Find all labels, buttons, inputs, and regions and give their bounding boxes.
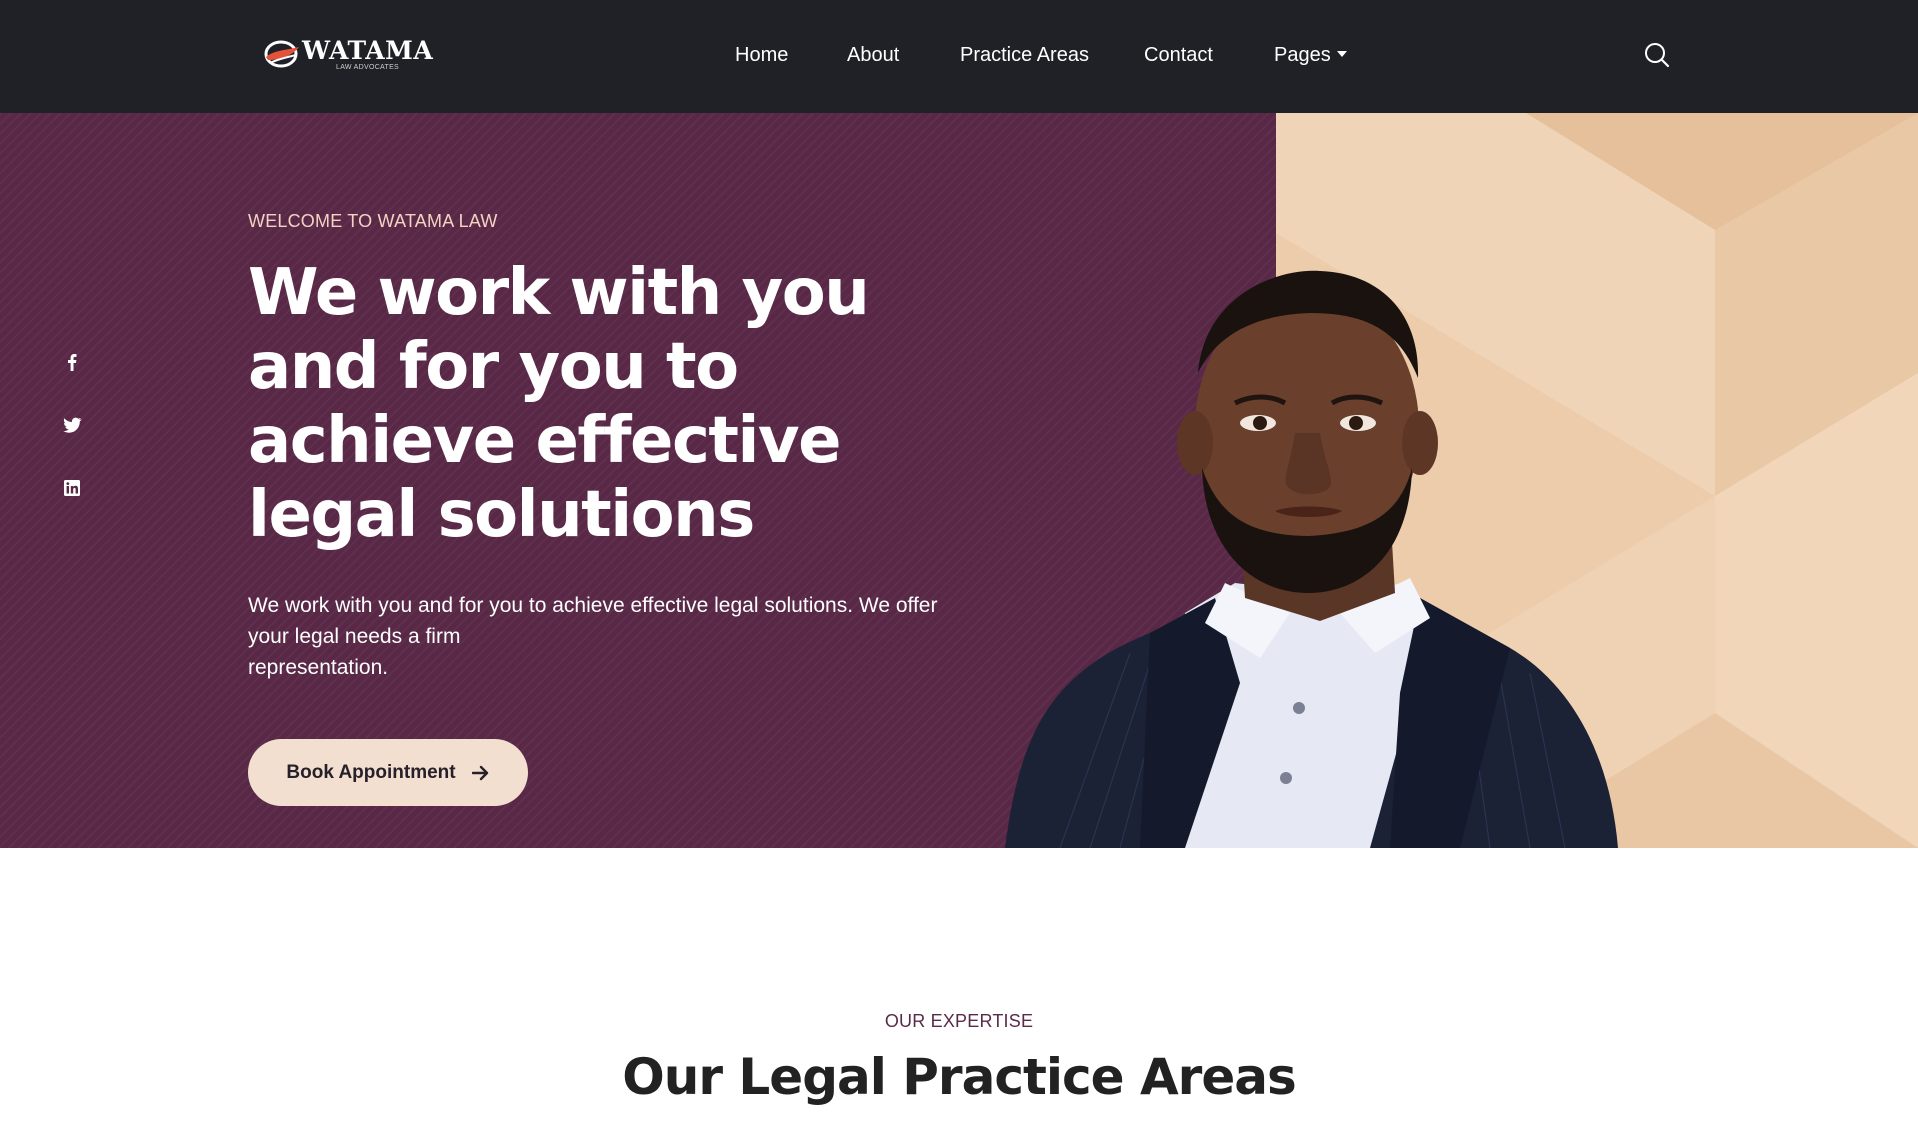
hero-description-line: representation.	[248, 656, 389, 679]
nav-item-contact[interactable]: Contact	[1144, 44, 1213, 67]
twitter-link[interactable]	[61, 414, 83, 436]
hero-title-line: legal solutions	[248, 478, 755, 552]
brand-logo[interactable]: WATAMA LAW ADVOCATES	[262, 34, 434, 74]
nav-item-about[interactable]: About	[847, 44, 899, 67]
nav-item-pages-label: Pages	[1274, 44, 1331, 66]
logo-mark-icon	[264, 40, 299, 68]
hero-title-line: achieve effective	[248, 404, 842, 478]
hero-section: WELCOME TO WATAMA LAW We work with you a…	[0, 113, 1918, 848]
hero-description: We work with you and for you to achieve …	[248, 590, 978, 683]
search-button[interactable]	[1643, 41, 1671, 69]
hero-title-line: and for you to	[248, 330, 739, 404]
hero-description-line: We work with you and for you to achieve …	[248, 594, 938, 617]
hero-title-line: We work with you	[248, 256, 870, 330]
caret-down-icon	[1336, 50, 1347, 57]
expertise-eyebrow: OUR EXPERTISE	[884, 1011, 1034, 1031]
twitter-icon	[63, 417, 82, 433]
book-appointment-label: Book Appointment	[286, 761, 456, 783]
nav-item-practice-areas[interactable]: Practice Areas	[960, 44, 1089, 67]
linkedin-link[interactable]	[61, 477, 83, 499]
hero-title: We work with you and for you to achieve …	[248, 256, 888, 552]
nav-item-home[interactable]: Home	[735, 44, 788, 67]
nav-item-pages[interactable]: Pages	[1274, 44, 1347, 67]
brand-tagline: LAW ADVOCATES	[336, 64, 400, 71]
hero-description-line: your legal needs a firm	[248, 625, 461, 648]
expertise-title: Our Legal Practice Areas	[622, 1048, 1296, 1106]
facebook-link[interactable]	[61, 351, 83, 373]
arrow-right-icon	[471, 765, 488, 780]
search-icon	[1645, 43, 1670, 68]
attorney-portrait	[1005, 270, 1618, 848]
linkedin-icon	[64, 480, 80, 496]
hero-eyebrow: WELCOME TO WATAMA LAW	[248, 211, 498, 231]
facebook-icon	[68, 354, 77, 371]
book-appointment-button[interactable]: Book Appointment	[248, 739, 528, 806]
brand-name: WATAMA	[302, 36, 434, 65]
site-header: WATAMA LAW ADVOCATES Home About Practice…	[0, 0, 1918, 113]
